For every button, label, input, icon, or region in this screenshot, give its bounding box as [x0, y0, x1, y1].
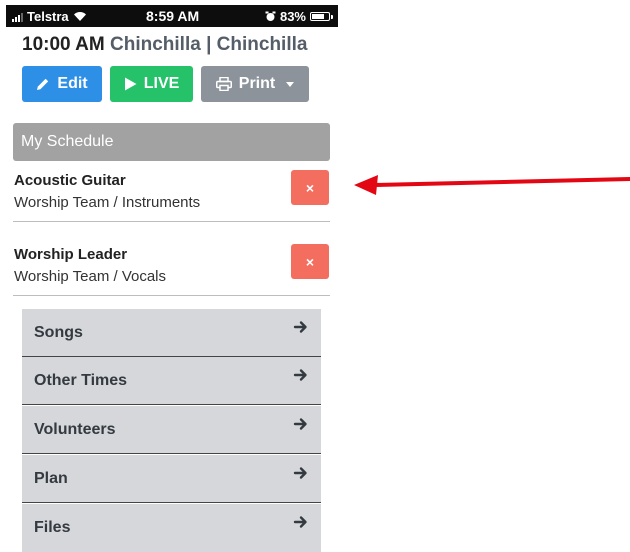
pencil-icon	[37, 78, 49, 90]
close-icon: ×	[305, 179, 315, 196]
page-title: 10:00 AM Chinchilla | Chinchilla	[22, 34, 307, 56]
close-icon: ×	[305, 253, 315, 270]
nav-item-other-times[interactable]: Other Times	[22, 357, 321, 405]
status-bar: Telstra 8:59 AM 83%	[6, 5, 338, 27]
nav-label: Files	[34, 519, 71, 536]
signal-icon	[12, 12, 23, 22]
schedule-role: Acoustic Guitar	[14, 172, 126, 189]
status-right: 83%	[265, 9, 333, 24]
edit-button[interactable]: Edit	[22, 66, 102, 102]
nav-label: Other Times	[34, 372, 128, 389]
chevron-down-icon	[286, 81, 295, 87]
arrow-right-icon	[293, 467, 307, 479]
arrow-right-icon	[293, 418, 307, 430]
remove-button[interactable]: ×	[291, 170, 329, 205]
edit-label: Edit	[57, 75, 88, 92]
wifi-icon	[73, 12, 86, 21]
remove-button[interactable]: ×	[291, 244, 329, 279]
annotation-arrow-icon	[354, 175, 630, 195]
schedule-header: My Schedule	[13, 123, 330, 161]
nav-label: Volunteers	[34, 421, 116, 438]
arrow-right-icon	[293, 516, 307, 528]
alarm-icon	[265, 11, 276, 21]
live-button[interactable]: LIVE	[110, 66, 193, 102]
schedule-role: Worship Leader	[14, 246, 128, 263]
service-time: 10:00 AM	[22, 34, 105, 55]
battery-level	[312, 14, 325, 19]
nav-label: Plan	[34, 470, 68, 487]
status-time: 8:59 AM	[146, 8, 200, 24]
nav-item-songs[interactable]: Songs	[22, 309, 321, 357]
schedule-item: Worship Leader Worship Team / Vocals ×	[13, 244, 330, 296]
nav-label: Songs	[34, 324, 83, 341]
nav-item-volunteers[interactable]: Volunteers	[22, 406, 321, 454]
live-label: LIVE	[143, 75, 180, 92]
arrow-right-icon	[293, 321, 307, 333]
carrier-label: Telstra	[27, 9, 69, 24]
arrow-right-icon	[293, 369, 307, 381]
print-button[interactable]: Print	[201, 66, 309, 102]
print-label: Print	[238, 75, 276, 92]
battery-percent: 83%	[279, 9, 306, 24]
service-location: Chinchilla | Chinchilla	[110, 34, 308, 55]
schedule-item: Acoustic Guitar Worship Team / Instrumen…	[13, 170, 330, 222]
schedule-team: Worship Team / Instruments	[14, 194, 201, 211]
printer-icon	[215, 77, 232, 91]
schedule-team: Worship Team / Vocals	[14, 268, 167, 285]
nav-item-plan[interactable]: Plan	[22, 455, 321, 503]
battery-icon	[310, 12, 333, 21]
nav-item-files[interactable]: Files	[22, 504, 321, 552]
play-icon	[124, 77, 137, 91]
status-left: Telstra	[12, 9, 87, 24]
